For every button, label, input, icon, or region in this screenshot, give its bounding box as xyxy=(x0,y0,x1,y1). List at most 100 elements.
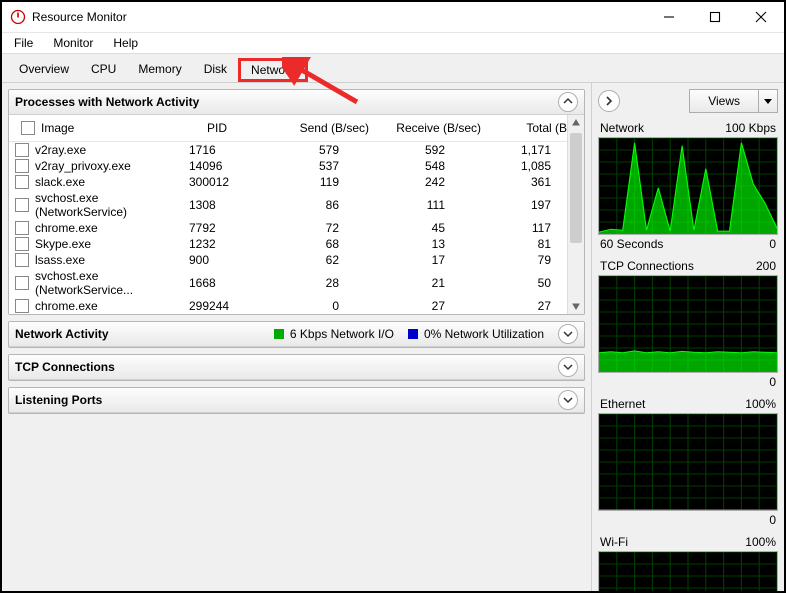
row-checkbox[interactable] xyxy=(15,143,29,157)
cell-pid: 299244 xyxy=(189,299,247,313)
row-checkbox[interactable] xyxy=(15,221,29,235)
cell-pid: 14096 xyxy=(189,159,247,173)
cell-send: 86 xyxy=(247,198,353,212)
graphs-container: Network100 Kbps60 Seconds0TCP Connection… xyxy=(598,121,778,591)
table-row[interactable]: svchost.exe (NetworkService...1668282150 xyxy=(9,268,584,298)
chevron-down-icon[interactable] xyxy=(558,324,578,344)
content-area: Processes with Network Activity Image PI… xyxy=(2,83,784,591)
panel-network-activity-header[interactable]: Network Activity 6 Kbps Network I/O 0% N… xyxy=(9,322,584,347)
cell-image: svchost.exe (NetworkService... xyxy=(35,269,189,297)
col-pid[interactable]: PID xyxy=(201,119,271,137)
views-label: Views xyxy=(690,94,758,108)
chevron-down-icon[interactable] xyxy=(558,357,578,377)
tab-overview[interactable]: Overview xyxy=(8,58,80,82)
scroll-thumb[interactable] xyxy=(570,133,582,243)
panel-tcp-header[interactable]: TCP Connections xyxy=(9,355,584,380)
cell-total: 117 xyxy=(459,221,565,235)
chevron-down-icon[interactable] xyxy=(558,390,578,410)
tab-disk[interactable]: Disk xyxy=(193,58,238,82)
row-checkbox[interactable] xyxy=(15,299,29,313)
close-button[interactable] xyxy=(738,2,784,32)
titlebar[interactable]: Resource Monitor xyxy=(2,2,784,33)
cell-pid: 1232 xyxy=(189,237,247,251)
legend-util: 0% Network Utilization xyxy=(408,327,544,341)
cell-total: 197 xyxy=(459,198,565,212)
cell-send: 0 xyxy=(247,299,353,313)
col-image[interactable]: Image xyxy=(9,119,201,137)
graph-canvas xyxy=(598,413,778,511)
table-row[interactable]: chrome.exe77927245117 xyxy=(9,220,584,236)
cell-image: chrome.exe xyxy=(35,299,98,313)
cell-send: 537 xyxy=(247,159,353,173)
graph-scale: 100 Kbps xyxy=(725,121,776,135)
panel-network-activity: Network Activity 6 Kbps Network I/O 0% N… xyxy=(8,321,585,348)
maximize-button[interactable] xyxy=(692,2,738,32)
cell-receive: 21 xyxy=(353,276,459,290)
tab-network[interactable]: Network xyxy=(238,58,308,82)
cell-pid: 1716 xyxy=(189,143,247,157)
cell-receive: 13 xyxy=(353,237,459,251)
collapse-right-button[interactable] xyxy=(598,90,620,112)
table-row[interactable]: slack.exe300012119242361 xyxy=(9,174,584,190)
graph-tcp: TCP Connections 200 0 xyxy=(598,259,778,389)
table-row[interactable]: v2ray_privoxy.exe140965375481,085 xyxy=(9,158,584,174)
graph-ethernet: Ethernet100%0 xyxy=(598,397,778,527)
graph-title: Ethernet xyxy=(600,397,645,411)
table-row[interactable]: chrome.exe29924402727 xyxy=(9,298,584,314)
tab-memory[interactable]: Memory xyxy=(127,58,192,82)
tab-cpu[interactable]: CPU xyxy=(80,58,127,82)
views-button[interactable]: Views xyxy=(689,89,778,113)
panel-ports-title: Listening Ports xyxy=(15,393,102,407)
minimize-button[interactable] xyxy=(646,2,692,32)
cell-receive: 17 xyxy=(353,253,459,267)
resource-monitor-window: Resource Monitor File Monitor Help Overv… xyxy=(0,0,786,593)
cell-send: 68 xyxy=(247,237,353,251)
row-checkbox[interactable] xyxy=(15,276,29,290)
graph-xright: 0 xyxy=(769,513,776,527)
menu-help[interactable]: Help xyxy=(107,34,144,52)
graph-title: Network xyxy=(600,121,644,135)
row-checkbox[interactable] xyxy=(15,198,29,212)
row-checkbox[interactable] xyxy=(15,159,29,173)
table-row[interactable]: v2ray.exe17165795921,171 xyxy=(9,142,584,158)
cell-receive: 111 xyxy=(353,198,459,212)
cell-total: 1,085 xyxy=(459,159,565,173)
cell-total: 27 xyxy=(459,299,565,313)
panel-processes-title: Processes with Network Activity xyxy=(15,95,199,109)
window-controls xyxy=(646,2,784,32)
cell-image: chrome.exe xyxy=(35,221,98,235)
cell-image: v2ray_privoxy.exe xyxy=(35,159,131,173)
cell-send: 72 xyxy=(247,221,353,235)
scrollbar[interactable] xyxy=(567,115,584,314)
graph-canvas xyxy=(598,551,778,591)
table-row[interactable]: svchost.exe (NetworkService)130886111197 xyxy=(9,190,584,220)
menu-monitor[interactable]: Monitor xyxy=(47,34,99,52)
cell-send: 119 xyxy=(247,175,353,189)
graph-title: TCP Connections xyxy=(600,259,694,273)
table-row[interactable]: Skype.exe1232681381 xyxy=(9,236,584,252)
col-receive[interactable]: Receive (B/sec) xyxy=(383,119,495,137)
chevron-up-icon[interactable] xyxy=(558,92,578,112)
row-checkbox[interactable] xyxy=(15,237,29,251)
scroll-up-icon[interactable] xyxy=(568,115,584,131)
graph-title: Wi-Fi xyxy=(600,535,628,549)
cell-total: 79 xyxy=(459,253,565,267)
graph-xright: 0 xyxy=(769,375,776,389)
graph-scale: 200 xyxy=(756,259,776,273)
scroll-down-icon[interactable] xyxy=(568,298,584,314)
panel-ports-header[interactable]: Listening Ports xyxy=(9,388,584,413)
graph-wifi: Wi-Fi100% xyxy=(598,535,778,591)
chevron-down-icon[interactable] xyxy=(758,90,777,112)
row-checkbox[interactable] xyxy=(15,253,29,267)
app-icon xyxy=(10,9,26,25)
row-checkbox[interactable] xyxy=(15,175,29,189)
col-send[interactable]: Send (B/sec) xyxy=(271,119,383,137)
checkbox-all[interactable] xyxy=(21,121,35,135)
cell-receive: 45 xyxy=(353,221,459,235)
tabs: Overview CPU Memory Disk Network xyxy=(2,53,784,83)
panel-processes-header[interactable]: Processes with Network Activity xyxy=(9,90,584,115)
cell-pid: 300012 xyxy=(189,175,247,189)
menu-file[interactable]: File xyxy=(8,34,39,52)
graph-network: Network100 Kbps60 Seconds0 xyxy=(598,121,778,251)
table-row[interactable]: lsass.exe900621779 xyxy=(9,252,584,268)
